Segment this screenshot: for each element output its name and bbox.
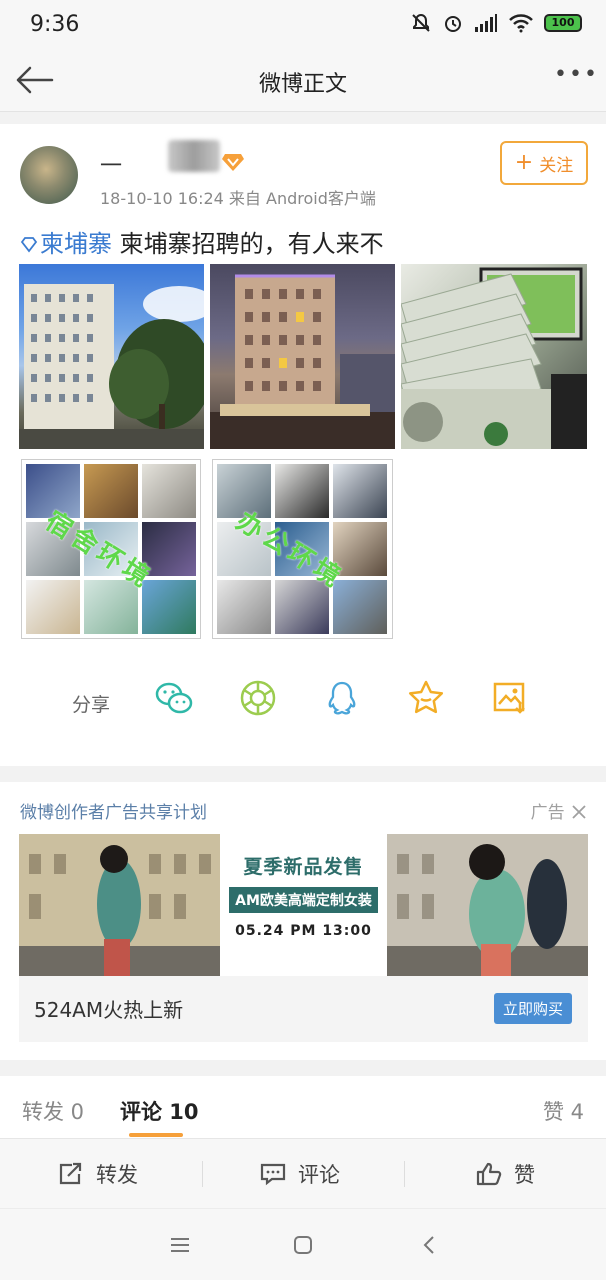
menu-icon[interactable]: [168, 1233, 192, 1257]
like-label: 赞: [514, 1163, 535, 1187]
post-meta: 18-10-10 16:24 来自 Android客户端: [100, 189, 376, 208]
post-photo-4-dorm-collage[interactable]: 宿舍环境: [21, 459, 201, 639]
comment-label: 评论: [298, 1163, 340, 1187]
repost-label: 转发: [96, 1163, 138, 1187]
comment-button[interactable]: 评论: [260, 1159, 340, 1189]
post-card: 一 18-10-10 16:24 来自 Android客户端 + 关注 柬埔寨 …: [0, 124, 606, 766]
topic-link[interactable]: 柬埔寨: [40, 230, 112, 258]
repost-button[interactable]: 转发: [58, 1159, 138, 1189]
thumbs-up-icon: [476, 1162, 502, 1186]
topic-diamond-icon: [20, 237, 38, 253]
post-photo-3[interactable]: [401, 264, 587, 449]
post-photo-1[interactable]: [19, 264, 204, 449]
share-row: 分享: [0, 676, 606, 726]
status-time: 9:36: [30, 12, 80, 37]
avatar[interactable]: [20, 146, 78, 204]
ad-right-street-photo: [387, 834, 588, 976]
share-label: 分享: [72, 694, 111, 716]
ad-caption: 524AM火热上新: [34, 998, 184, 1022]
post-text: 柬埔寨 柬埔寨招聘的，有人来不: [20, 224, 384, 259]
post-body: 柬埔寨招聘的，有人来不: [112, 230, 384, 258]
wechat-icon[interactable]: [154, 678, 194, 718]
tab-comment[interactable]: 评论 10: [120, 1096, 199, 1126]
ad-label: 广告: [530, 803, 565, 823]
money-photo: [401, 267, 587, 449]
post-photo-2[interactable]: [210, 264, 395, 449]
alarm-icon: [445, 16, 461, 32]
ad-tag[interactable]: 广告: [531, 798, 586, 823]
follow-button[interactable]: + 关注: [500, 141, 588, 185]
divider: [202, 1161, 203, 1187]
tab-repost[interactable]: 转发 0: [22, 1096, 84, 1126]
moments-icon[interactable]: [238, 678, 278, 718]
post-photo-5-office-collage[interactable]: 办公环境: [212, 459, 393, 639]
ad-footer: 524AM火热上新 立即购买: [19, 976, 588, 1042]
mute-bell-icon: [412, 13, 430, 32]
system-nav-bar: [0, 1208, 606, 1280]
favorite-star-icon[interactable]: [406, 678, 446, 718]
page-title: 微博正文: [258, 72, 347, 97]
status-icons: 100: [410, 12, 582, 34]
ad-program-title[interactable]: 微博创作者广告共享计划: [20, 798, 207, 823]
ad-subhead: AM欧美高端定制女装: [229, 887, 378, 913]
wifi-icon: [509, 14, 533, 33]
home-icon[interactable]: [291, 1233, 315, 1257]
hotel-building-photo: [210, 274, 395, 449]
plus-icon: +: [514, 150, 534, 175]
back-system-icon[interactable]: [418, 1233, 442, 1257]
username[interactable]: 一: [100, 148, 122, 180]
action-bar: 转发 评论 赞: [0, 1138, 606, 1208]
ad-left-street-photo: [19, 834, 220, 976]
close-icon[interactable]: [572, 805, 586, 819]
tab-like[interactable]: 赞 4: [543, 1096, 584, 1126]
ad-card[interactable]: 微博创作者广告共享计划 广告 夏季新品发售 AM欧美高端定制女装 05.24 P…: [0, 782, 606, 1060]
building-photo: [19, 284, 204, 449]
buy-now-button[interactable]: 立即购买: [494, 993, 572, 1024]
more-options-button[interactable]: •••: [554, 64, 597, 90]
battery-icon: 100: [544, 14, 582, 32]
divider: [404, 1161, 405, 1187]
like-button[interactable]: 赞: [476, 1159, 535, 1189]
vip-badge-icon: [222, 154, 244, 171]
signal-icon: [475, 14, 497, 32]
qq-icon[interactable]: [322, 678, 362, 718]
ad-headline: 夏季新品发售: [243, 856, 364, 878]
ad-banner[interactable]: 夏季新品发售 AM欧美高端定制女装 05.24 PM 13:00: [19, 834, 588, 976]
repost-icon: [59, 1162, 82, 1185]
status-bar: 9:36 100: [0, 0, 606, 50]
ad-date: 05.24 PM 13:00: [235, 923, 372, 939]
follow-label: 关注: [539, 155, 574, 176]
nav-bar: 微博正文 •••: [0, 50, 606, 112]
save-image-icon[interactable]: [490, 678, 530, 718]
active-tab-indicator: [129, 1133, 183, 1137]
comment-icon: [260, 1163, 286, 1186]
comment-tabs: 转发 0 评论 10 赞 4: [0, 1076, 606, 1138]
username-redaction: [168, 140, 220, 172]
ad-center-panel: 夏季新品发售 AM欧美高端定制女装 05.24 PM 13:00: [220, 834, 387, 976]
